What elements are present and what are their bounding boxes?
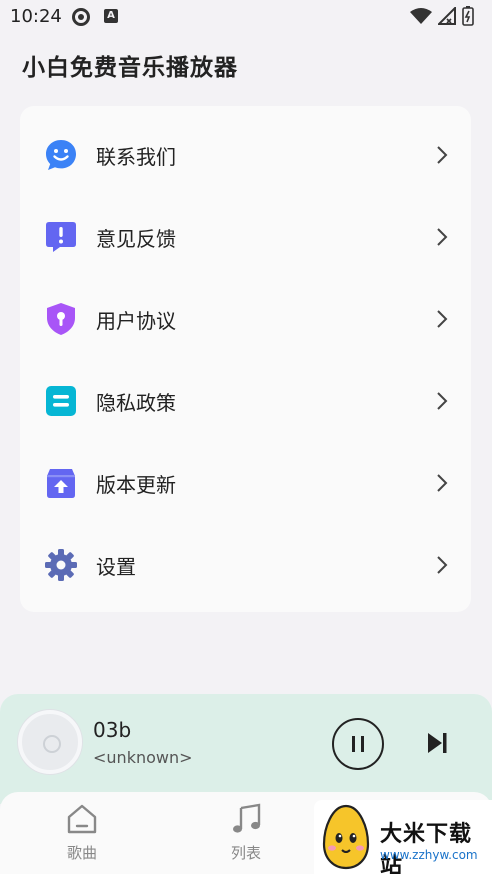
pause-button[interactable] [332,718,384,770]
home-icon [67,804,97,834]
cast-icon [72,8,90,26]
album-disc[interactable] [18,710,82,774]
menu-item-user-agreement[interactable]: 用户协议 [20,278,471,360]
tab-list[interactable]: 列表 [206,802,286,866]
skip-next-icon[interactable] [424,730,450,756]
menu-item-label: 隐私政策 [96,390,176,415]
menu-item-version-update[interactable]: 版本更新 [20,442,471,524]
shield-lock-icon [47,303,75,335]
chevron-right-icon [437,474,448,492]
menu-item-feedback[interactable]: 意见反馈 [20,196,471,278]
wifi-icon [410,8,432,24]
gear-icon [45,549,77,581]
mini-player[interactable]: 03b <unknown> [0,694,492,804]
privacy-doc-icon [46,386,76,416]
egg-mascot-icon [322,804,370,870]
smile-chat-icon [46,140,76,170]
menu-item-label: 用户协议 [96,308,176,333]
watermark-logo: 大米下载站 www.zzhyw.com [314,800,492,874]
music-note-icon [233,803,261,833]
menu-item-label: 设置 [96,554,136,579]
settings-menu: 联系我们 意见反馈 用户协议 隐私政策 版本更新 设置 [20,106,471,612]
tab-label: 列表 [230,844,261,862]
menu-item-label: 联系我们 [96,144,176,169]
chevron-right-icon [437,228,448,246]
chevron-right-icon [437,392,448,410]
song-title: 03b [93,718,132,742]
status-right-icons [410,6,474,26]
menu-item-settings[interactable]: 设置 [20,524,471,606]
signal-icon [438,7,456,25]
menu-item-privacy-policy[interactable]: 隐私政策 [20,360,471,442]
status-time: 10:24 [10,6,62,27]
notification-a-icon: A [104,9,118,23]
page-title: 小白免费音乐播放器 [22,55,238,81]
feedback-icon [46,222,76,252]
watermark-title: 大米下载站 [380,822,473,874]
chevron-right-icon [437,146,448,164]
battery-icon [462,6,474,26]
status-bar: 10:24 A [0,0,492,34]
tab-label: 歌曲 [66,844,97,862]
watermark-url: www.zzhyw.com [380,848,478,862]
update-box-icon [47,469,75,498]
menu-item-label: 意见反馈 [96,226,176,251]
chevron-right-icon [437,310,448,328]
song-artist: <unknown> [93,748,193,767]
menu-item-contact-us[interactable]: 联系我们 [20,114,471,196]
menu-item-label: 版本更新 [96,472,176,497]
chevron-right-icon [437,556,448,574]
tab-songs[interactable]: 歌曲 [42,802,122,866]
